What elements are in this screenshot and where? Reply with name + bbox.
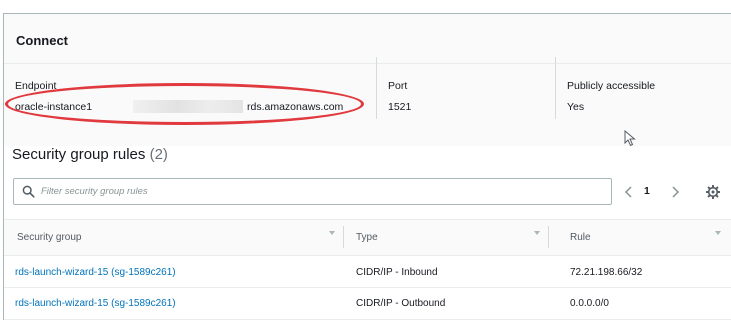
sort-down-icon[interactable]	[714, 229, 722, 237]
publicly-accessible-label: Publicly accessible	[567, 80, 656, 92]
security-group-link[interactable]: rds-launch-wizard-15 (sg-1589c261)	[15, 298, 176, 309]
column-divider	[555, 57, 556, 119]
security-group-link[interactable]: rds-launch-wizard-15 (sg-1589c261)	[15, 267, 176, 278]
rule-source: 72.21.198.66/32	[570, 267, 643, 278]
connect-title: Connect	[16, 33, 68, 48]
rule-type: CIDR/IP - Outbound	[356, 298, 446, 309]
port-value: 1521	[388, 101, 412, 113]
previous-page-button[interactable]	[622, 181, 636, 203]
rule-type: CIDR/IP - Inbound	[356, 267, 438, 278]
publicly-accessible-value: Yes	[567, 101, 585, 113]
gear-icon[interactable]	[706, 185, 720, 199]
filter-security-group-rules-input[interactable]	[41, 182, 601, 201]
column-divider[interactable]	[343, 226, 344, 248]
security-group-rules-count: (2)	[149, 146, 168, 163]
chevron-left-icon	[624, 186, 632, 198]
search-icon	[22, 185, 35, 198]
sort-down-icon[interactable]	[328, 229, 336, 237]
next-page-button[interactable]	[668, 181, 682, 203]
column-divider[interactable]	[548, 226, 549, 248]
filter-box	[13, 178, 612, 205]
security-group-rules-heading: Security group rules	[12, 146, 146, 163]
chevron-right-icon	[672, 186, 680, 198]
mouse-pointer-icon	[624, 130, 636, 147]
connect-header: Connect	[4, 14, 731, 64]
sort-down-icon[interactable]	[533, 229, 541, 237]
column-header-security-group[interactable]: Security group	[17, 232, 81, 243]
rule-source: 0.0.0.0/0	[570, 298, 609, 309]
current-page-number[interactable]: 1	[644, 185, 650, 197]
security-group-rules-title: Security group rules (2)	[12, 146, 168, 163]
port-label: Port	[388, 80, 408, 92]
column-header-rule[interactable]: Rule	[570, 232, 591, 243]
column-divider	[376, 57, 377, 119]
column-header-type[interactable]: Type	[356, 232, 378, 243]
endpoint-highlight-oval	[5, 83, 364, 125]
